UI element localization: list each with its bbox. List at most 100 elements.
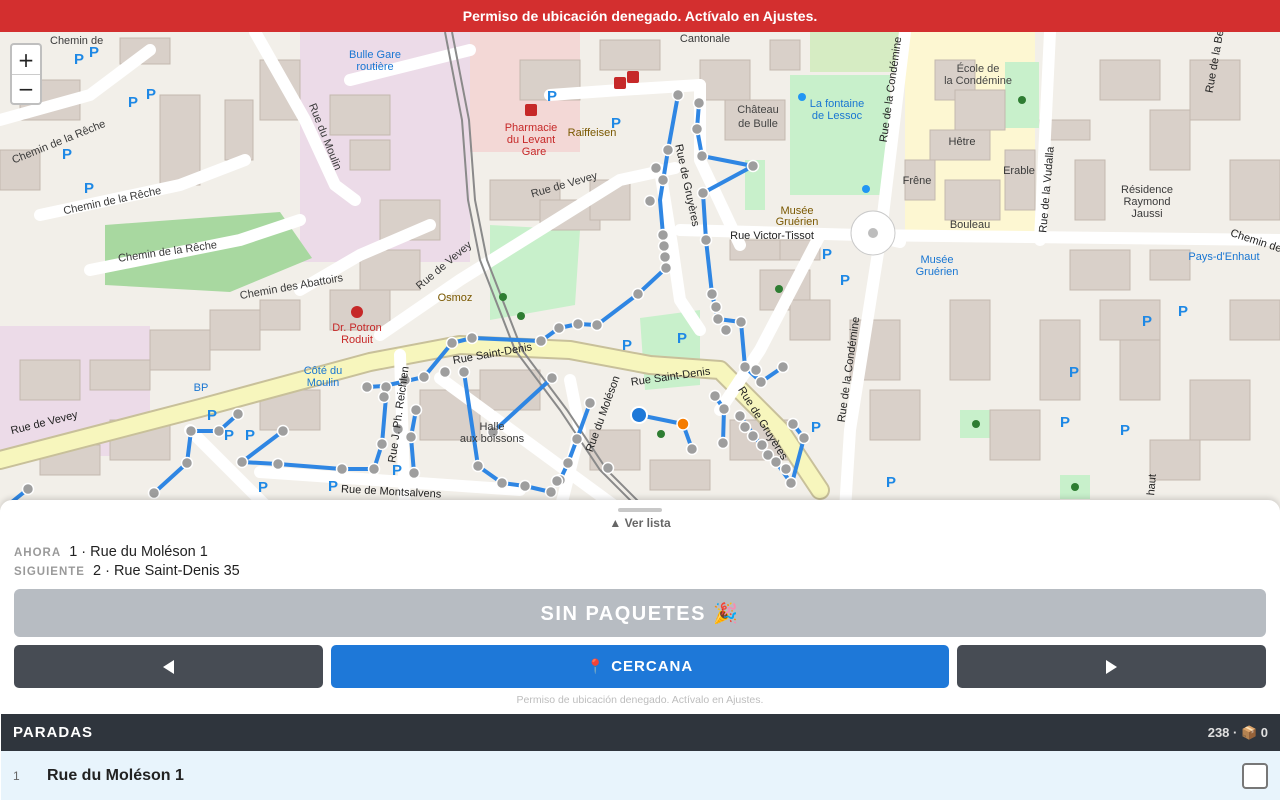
route-stop-marker[interactable] <box>696 186 710 200</box>
route-stop-marker[interactable] <box>465 331 479 345</box>
route-stop-marker[interactable] <box>784 476 798 490</box>
route-stop-marker[interactable] <box>685 442 699 456</box>
route-stop-marker[interactable] <box>534 334 548 348</box>
route-stop-marker[interactable] <box>445 336 459 350</box>
route-stop-marker[interactable] <box>719 323 733 337</box>
route-stop-marker[interactable] <box>417 370 431 384</box>
svg-text:P: P <box>622 337 632 354</box>
route-stop-marker[interactable] <box>692 96 706 110</box>
map-label-roduit: Roduit <box>341 334 373 346</box>
previous-stop-button[interactable] <box>14 645 323 688</box>
route-stop-marker[interactable] <box>409 403 423 417</box>
map-canvas[interactable]: P PP P PPPP PPPP PP PP PPPP PPPP P Chemi… <box>0 32 1280 510</box>
route-stop-marker[interactable] <box>717 402 731 416</box>
route-stop-marker[interactable] <box>184 424 198 438</box>
route-stop-marker[interactable] <box>733 409 747 423</box>
route-stop-marker[interactable] <box>705 287 719 301</box>
route-stop-marker[interactable] <box>746 429 760 443</box>
map-label-la-condemine: la Condémine <box>944 75 1012 87</box>
route-stop-marker[interactable] <box>235 455 249 469</box>
next-stop-button[interactable] <box>957 645 1266 688</box>
map-label-ecole: École de <box>957 62 1000 75</box>
route-stop-marker[interactable] <box>438 365 452 379</box>
route-stop-marker[interactable] <box>583 396 597 410</box>
route-stop-marker[interactable] <box>601 461 615 475</box>
route-stop-marker[interactable] <box>649 161 663 175</box>
map-label-osmoz: Osmoz <box>438 292 473 304</box>
route-stop-marker[interactable] <box>695 149 709 163</box>
route-stop-marker[interactable] <box>180 456 194 470</box>
map-view[interactable]: PPPP PPPP PPPP PPPP PPPP PPPP P Chemin d… <box>0 32 1280 510</box>
route-stop-marker[interactable] <box>571 317 585 331</box>
route-stop-marker[interactable] <box>709 300 723 314</box>
route-stop-marker[interactable] <box>690 122 704 136</box>
map-label-halle: Halle <box>479 421 504 433</box>
route-stop-marker[interactable] <box>147 486 161 500</box>
nearest-stop-button[interactable]: 📍 CERCANA <box>331 645 949 688</box>
route-stop-marker[interactable] <box>657 239 671 253</box>
route-stop-marker[interactable] <box>738 420 752 434</box>
route-stop-marker[interactable] <box>661 143 675 157</box>
route-stop-marker[interactable] <box>377 390 391 404</box>
route-stop-marker[interactable] <box>755 438 769 452</box>
stop-row[interactable]: 1 Rue du Moléson 1 <box>1 751 1280 800</box>
route-stop-marker[interactable] <box>776 360 790 374</box>
route-stop-marker[interactable] <box>495 476 509 490</box>
route-stop-marker[interactable] <box>518 479 532 493</box>
route-stop-marker[interactable] <box>711 312 725 326</box>
route-stop-marker[interactable] <box>271 457 285 471</box>
map-label-aux-boissons: aux boissons <box>460 433 525 445</box>
route-stop-marker[interactable] <box>404 430 418 444</box>
route-stop-marker[interactable] <box>738 360 752 374</box>
route-stop-marker[interactable] <box>786 417 800 431</box>
route-stop-marker[interactable] <box>734 315 748 329</box>
no-packages-button[interactable]: SIN PAQUETES 🎉 <box>14 589 1266 637</box>
zoom-out-button[interactable]: − <box>12 74 40 103</box>
route-stop-marker[interactable] <box>457 365 471 379</box>
route-stop-marker[interactable] <box>552 321 566 335</box>
route-stop-marker[interactable] <box>21 482 35 496</box>
sheet-drag-handle[interactable] <box>618 508 662 512</box>
route-stop-marker[interactable] <box>276 424 290 438</box>
route-stop-marker[interactable] <box>708 389 722 403</box>
route-stop-marker[interactable] <box>779 462 793 476</box>
route-stop-marker[interactable] <box>407 466 421 480</box>
route-stop-marker[interactable] <box>656 173 670 187</box>
route-stop-marker[interactable] <box>367 462 381 476</box>
route-stop-marker[interactable] <box>561 456 575 470</box>
route-stop-marker[interactable] <box>550 474 564 488</box>
stop-row-checkbox[interactable] <box>1242 762 1268 789</box>
route-stop-marker[interactable] <box>797 431 811 445</box>
svg-text:P: P <box>245 427 255 444</box>
route-stop-marker[interactable] <box>746 159 760 173</box>
route-stop-marker[interactable] <box>631 287 645 301</box>
svg-text:P: P <box>886 474 896 491</box>
route-stop-marker[interactable] <box>671 88 685 102</box>
route-stop-marker[interactable] <box>656 228 670 242</box>
route-stop-marker[interactable] <box>544 485 558 499</box>
route-stop-marker[interactable] <box>471 459 485 473</box>
route-stop-marker[interactable] <box>749 363 763 377</box>
route-stop-marker[interactable] <box>716 436 730 450</box>
route-stop-marker[interactable] <box>212 424 226 438</box>
route-stop-marker[interactable] <box>231 407 245 421</box>
route-stop-marker[interactable] <box>570 432 584 446</box>
current-stop-marker <box>630 406 648 424</box>
route-stop-marker[interactable] <box>360 380 374 394</box>
ver-lista-toggle[interactable]: ▲ Ver lista <box>0 516 1280 530</box>
route-stop-marker[interactable] <box>375 437 389 451</box>
route-stop-marker[interactable] <box>658 250 672 264</box>
route-stop-marker[interactable] <box>545 371 559 385</box>
svg-text:P: P <box>258 479 268 496</box>
zoom-in-button[interactable]: + <box>12 45 40 74</box>
route-stop-marker[interactable] <box>590 318 604 332</box>
route-stop-marker[interactable] <box>643 194 657 208</box>
map-label-dr-potron: Dr. Potron <box>332 322 382 334</box>
route-stop-marker[interactable] <box>659 261 673 275</box>
route-stop-marker[interactable] <box>699 233 713 247</box>
route-stop-marker[interactable] <box>335 462 349 476</box>
route-stop-marker[interactable] <box>379 380 393 394</box>
map-label-lessoc: de Lessoc <box>812 110 863 122</box>
map-label-fontaine: La fontaine <box>810 98 864 110</box>
route-stop-marker[interactable] <box>754 375 768 389</box>
